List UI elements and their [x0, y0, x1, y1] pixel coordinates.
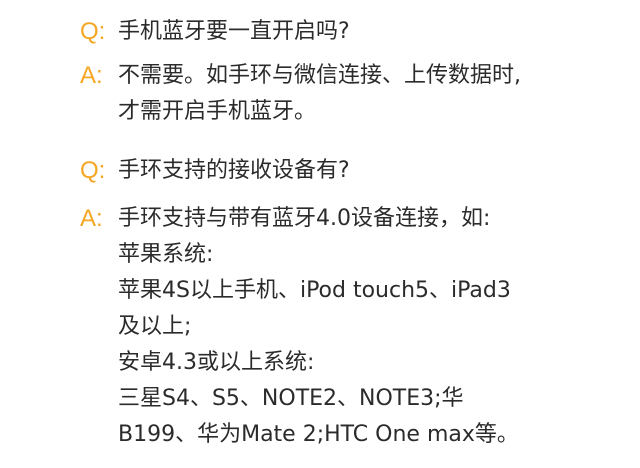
- answer-line: 苹果系统:: [118, 242, 214, 267]
- answer-line: 手环支持与带有蓝牙4.0设备连接，如:: [118, 206, 491, 231]
- answer-line: 三星S4、S5、NOTE2、NOTE3;华: [118, 386, 464, 411]
- answer-line: B199、华为Mate 2;HTC One max等。: [118, 422, 519, 447]
- answer-line: 不需要。如手环与微信连接、上传数据时,: [118, 63, 521, 88]
- faq-list: Q: 手机蓝牙要一直开启吗? A: 不需要。如手环与微信连接、上传数据时, 才需…: [0, 0, 640, 468]
- answer-marker: A:: [80, 205, 103, 232]
- answer-line: 才需开启手机蓝牙。: [118, 99, 317, 124]
- question-marker: Q:: [80, 157, 106, 184]
- question-text: 手机蓝牙要一直开启吗?: [118, 19, 350, 44]
- answer-line: 安卓4.3或以上系统:: [118, 350, 315, 375]
- question-marker: Q:: [80, 18, 106, 45]
- answer-line: 及以上;: [118, 314, 192, 339]
- answer-marker: A:: [80, 62, 103, 89]
- answer-line: 苹果4S以上手机、iPod touch5、iPad3: [118, 278, 511, 303]
- answer-text: 手环支持与带有蓝牙4.0设备连接，如: 苹果系统: 苹果4S以上手机、iPod …: [118, 201, 588, 453]
- question-text: 手环支持的接收设备有?: [118, 158, 350, 183]
- answer-text: 不需要。如手环与微信连接、上传数据时, 才需开启手机蓝牙。: [118, 58, 588, 130]
